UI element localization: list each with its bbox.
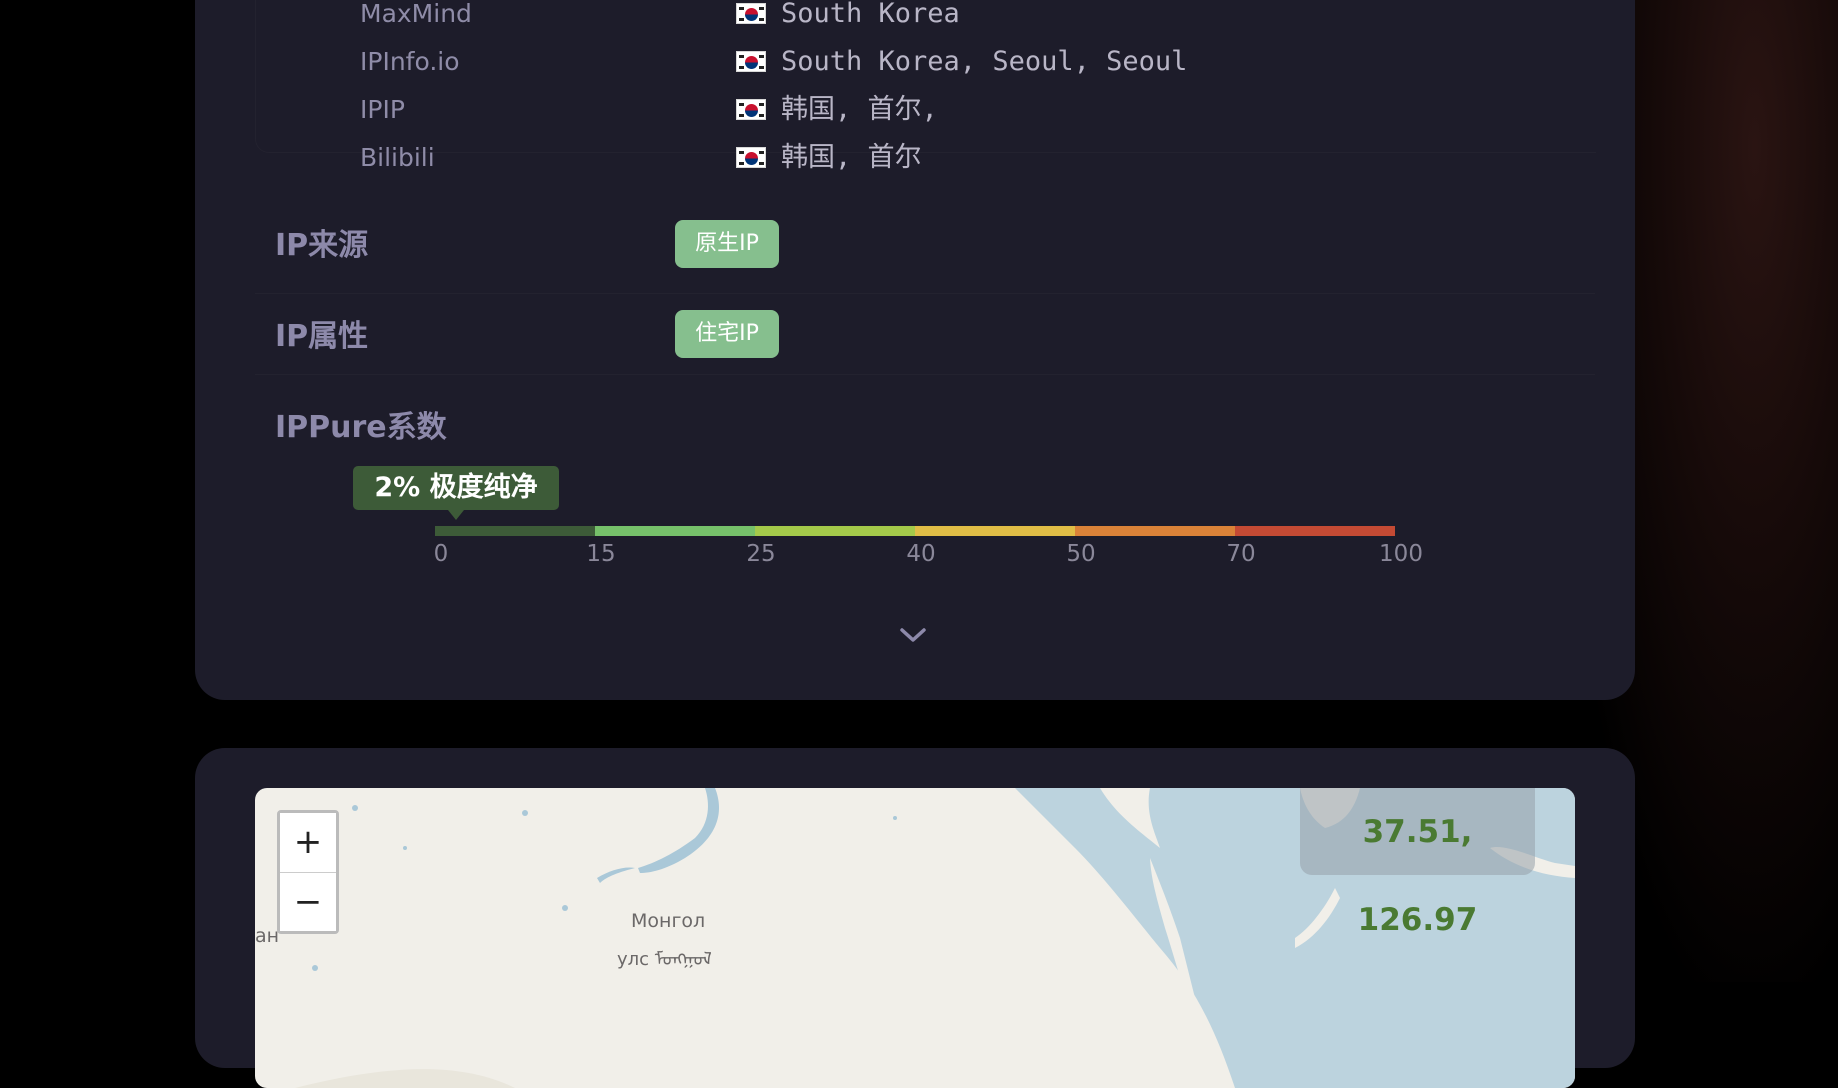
geo-source-value: 韩国, 首尔, <box>781 94 938 125</box>
geo-source-row: IPIP 韩国, 首尔, <box>256 90 1596 130</box>
scale-tick-label: 15 <box>586 541 616 567</box>
geo-source-row: MaxMind South Korea <box>256 0 1596 34</box>
divider <box>255 374 1595 375</box>
geo-source-name: IPInfo.io <box>360 47 460 76</box>
geo-source-name: IPIP <box>360 95 405 124</box>
ip-type-badge: 住宅IP <box>675 310 779 358</box>
geo-source-row: Bilibili 韩国, 首尔 <box>256 138 1596 178</box>
scale-tick-label: 40 <box>906 541 936 567</box>
geo-source-value: 韩国, 首尔 <box>781 142 922 173</box>
scale-tick-label: 50 <box>1066 541 1096 567</box>
south-korea-flag-icon <box>736 51 766 72</box>
scale-segment <box>435 526 595 536</box>
map-card: Монгол улс ᠮᠣᠩᠭᠣᠯ ан + − 37.51, 126.97 <box>195 748 1635 1088</box>
scale-tick-label: 25 <box>746 541 776 567</box>
geo-source-value: South Korea <box>781 0 960 29</box>
scale-tick-label: 0 <box>433 541 449 567</box>
map-label: улс ᠮᠣᠩᠭᠣᠯ <box>617 949 712 970</box>
zoom-control: + − <box>277 810 339 934</box>
ip-info-card: MaxMind South Korea IPInfo.io South Kore… <box>195 0 1635 700</box>
zoom-out-button[interactable]: − <box>280 872 336 931</box>
chevron-down-icon[interactable] <box>898 622 928 646</box>
scale-segment <box>915 526 1075 536</box>
ip-source-badge: 原生IP <box>675 220 779 268</box>
ip-source-label: IP来源 <box>275 228 369 263</box>
ippure-score-tooltip: 2% 极度纯净 <box>353 466 559 520</box>
scale-segment <box>755 526 915 536</box>
map-label: Монгол <box>631 910 706 932</box>
scale-tick-label: 100 <box>1379 541 1423 567</box>
geo-source-name: MaxMind <box>360 0 472 28</box>
zoom-in-button[interactable]: + <box>280 813 336 872</box>
scale-tick-label: 70 <box>1226 541 1256 567</box>
geo-source-row: IPInfo.io South Korea, Seoul, Seoul <box>256 42 1596 82</box>
south-korea-flag-icon <box>736 3 766 24</box>
map-label: ан <box>255 925 280 947</box>
geo-source-name: Bilibili <box>360 143 435 172</box>
ippure-scale-bar <box>435 526 1395 536</box>
scale-segment <box>1075 526 1235 536</box>
geo-source-list: MaxMind South Korea IPInfo.io South Kore… <box>255 0 1596 173</box>
ippure-label: IPPure系数 <box>275 410 447 445</box>
location-map[interactable]: Монгол улс ᠮᠣᠩᠭᠣᠯ ан + − 37.51, 126.97 <box>255 788 1575 1088</box>
scale-segment <box>595 526 755 536</box>
scale-segment <box>1235 526 1395 536</box>
geo-source-value: South Korea, Seoul, Seoul <box>781 46 1188 77</box>
south-korea-flag-icon <box>736 99 766 120</box>
south-korea-flag-icon <box>736 147 766 168</box>
ip-type-label: IP属性 <box>275 319 369 354</box>
divider <box>255 293 1595 294</box>
coordinates-readout: 37.51, 126.97 <box>1300 788 1535 938</box>
